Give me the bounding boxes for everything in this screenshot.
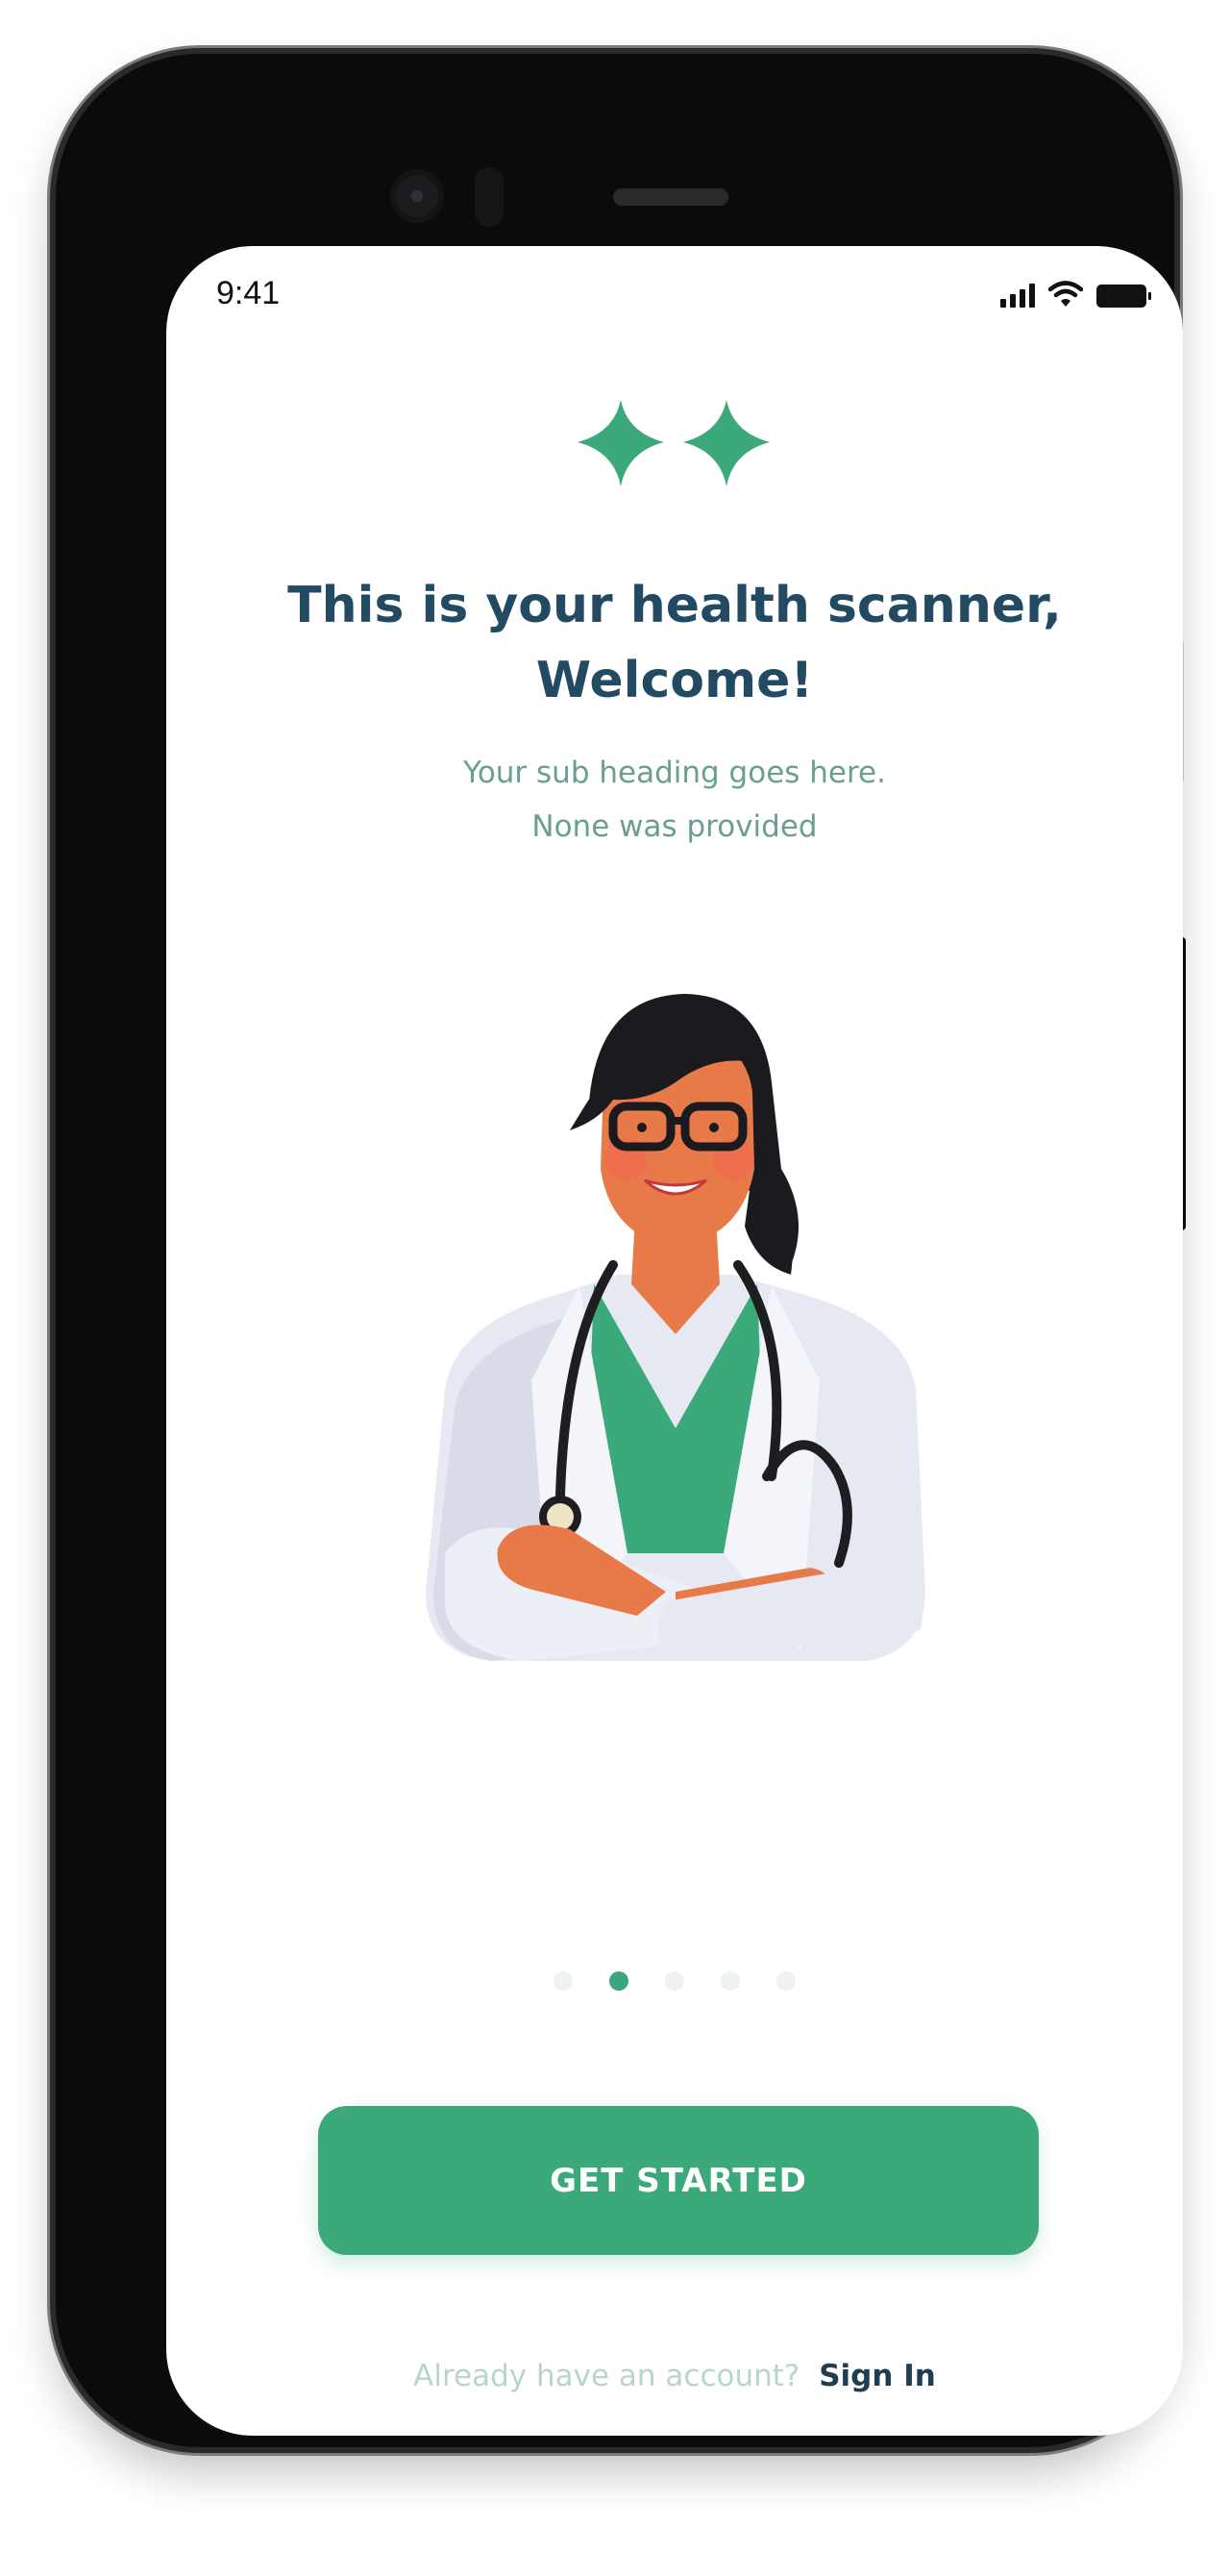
pagination-dot[interactable] <box>554 1971 573 1991</box>
cellular-signal-icon <box>1000 283 1035 308</box>
doctor-illustration <box>426 994 925 1661</box>
battery-icon <box>1096 285 1151 308</box>
proximity-sensor-icon <box>475 167 504 227</box>
subtitle-line-1: Your sub heading goes here. <box>463 755 886 790</box>
front-camera-icon <box>390 169 444 223</box>
pagination-dot[interactable] <box>665 1971 684 1991</box>
signin-prompt: Already have an account? <box>413 2359 800 2393</box>
subtitle-line-2: None was provided <box>531 809 818 844</box>
title-line-1: This is your health scanner, <box>287 577 1062 634</box>
wifi-icon <box>1048 281 1083 307</box>
earpiece-speaker-icon <box>613 188 728 206</box>
status-icons <box>1000 281 1151 308</box>
app-screen: 9:41 This is your health scanner, Welcom… <box>166 246 1183 2436</box>
get-started-button[interactable]: GET STARTED <box>318 2106 1039 2255</box>
status-bar: 9:41 <box>166 246 1183 323</box>
pagination-dots <box>166 1971 1183 1991</box>
page-title: This is your health scanner, Welcome! <box>205 568 1144 718</box>
title-line-2: Welcome! <box>535 652 814 709</box>
sign-in-link[interactable]: Sign In <box>819 2359 936 2393</box>
pagination-dot-active[interactable] <box>609 1971 628 1991</box>
signin-row: Already have an account? Sign In <box>166 2359 1183 2393</box>
page-subtitle: Your sub heading goes here. None was pro… <box>205 746 1144 854</box>
pagination-dot[interactable] <box>721 1971 740 1991</box>
double-plus-icon <box>578 400 770 486</box>
pagination-dot[interactable] <box>776 1971 796 1991</box>
phone-frame: 9:41 This is your health scanner, Welcom… <box>56 54 1183 2447</box>
status-time: 9:41 <box>216 275 281 311</box>
